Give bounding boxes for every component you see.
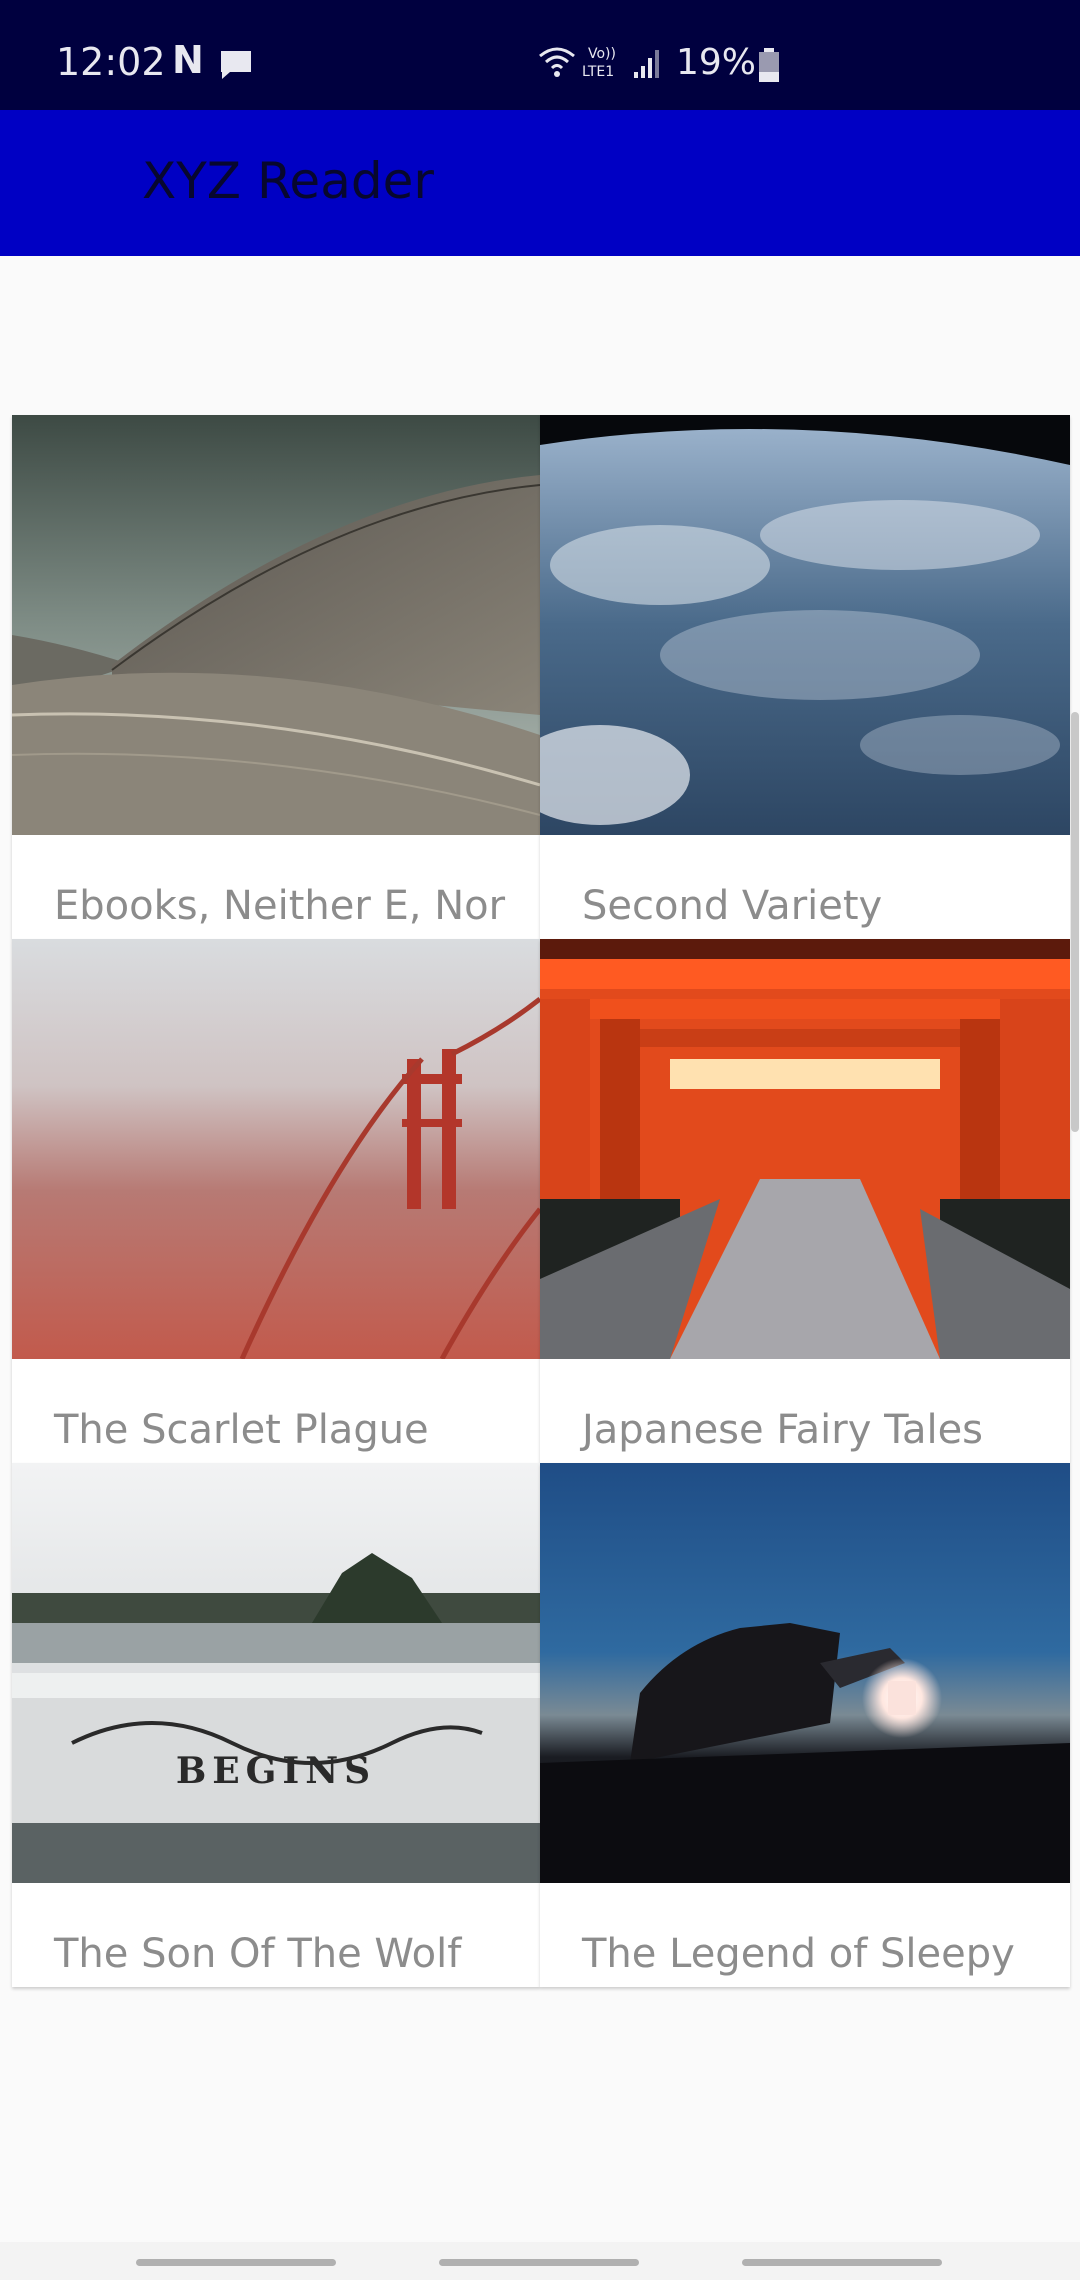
app-bar: XYZ Reader bbox=[0, 110, 1080, 256]
app-title: XYZ Reader bbox=[142, 152, 434, 210]
network-icons: Vo)) LTE1 bbox=[539, 46, 659, 80]
article-card[interactable]: Ebooks, Neither E, Nor bbox=[12, 415, 540, 939]
message-icon bbox=[221, 51, 251, 79]
article-title: The Scarlet Plague bbox=[54, 1407, 429, 1453]
battery-icon bbox=[759, 48, 779, 82]
article-title: Japanese Fairy Tales bbox=[582, 1407, 984, 1453]
svg-text:LTE1: LTE1 bbox=[582, 64, 614, 80]
article-card[interactable]: BEGINS The Son Of The Wolf bbox=[12, 1463, 540, 1987]
article-card[interactable]: The Scarlet Plague bbox=[12, 939, 540, 1463]
article-card[interactable]: Japanese Fairy Tales bbox=[540, 939, 1070, 1463]
article-card[interactable]: Second Variety bbox=[540, 415, 1070, 939]
home-button[interactable] bbox=[439, 2259, 639, 2266]
svg-text:BEGINS: BEGINS bbox=[176, 1750, 376, 1792]
article-card[interactable]: The Legend of Sleepy bbox=[540, 1463, 1070, 1987]
article-grid: Ebooks, Neither E, Nor Second Variety Th… bbox=[12, 415, 1070, 1987]
article-title: The Legend of Sleepy bbox=[582, 1931, 1015, 1977]
volte-icon: Vo)) bbox=[588, 46, 616, 62]
article-thumbnail bbox=[540, 939, 1070, 1359]
cell-signal-icon bbox=[634, 50, 659, 78]
recent-apps-button[interactable] bbox=[136, 2259, 336, 2266]
scrollbar[interactable] bbox=[1071, 712, 1079, 1132]
navigation-bar bbox=[0, 2242, 1080, 2280]
battery-percent: 19% bbox=[676, 42, 757, 83]
article-title: Ebooks, Neither E, Nor bbox=[54, 883, 506, 929]
status-bar: 12:02 N Vo)) LTE1 19% bbox=[0, 0, 1080, 110]
article-thumbnail bbox=[540, 415, 1070, 835]
notification-n-icon: N bbox=[172, 38, 204, 82]
status-time: 12:02 bbox=[56, 40, 166, 84]
article-title: The Son Of The Wolf bbox=[54, 1931, 462, 1977]
article-thumbnail bbox=[12, 939, 540, 1359]
back-button[interactable] bbox=[742, 2259, 942, 2266]
article-title: Second Variety bbox=[582, 883, 883, 929]
article-thumbnail bbox=[540, 1463, 1070, 1883]
article-thumbnail bbox=[12, 415, 540, 835]
article-thumbnail: BEGINS bbox=[12, 1463, 540, 1883]
wifi-icon bbox=[539, 47, 575, 70]
